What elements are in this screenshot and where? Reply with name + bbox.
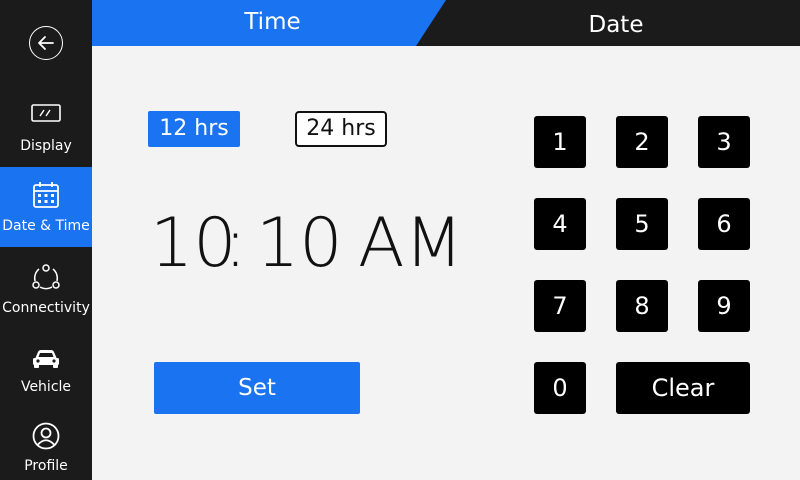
sidebar-item-label: Display (20, 138, 72, 154)
keypad-key-5[interactable]: 5 (616, 198, 668, 250)
tab-date-label: Date (588, 12, 644, 38)
back-button[interactable] (29, 26, 63, 60)
keypad-clear-button[interactable]: Clear (616, 362, 750, 414)
sidebar: Display Date & Time Connectivity Vehicle… (0, 0, 92, 480)
calendar-icon (33, 182, 59, 208)
format-12h-button[interactable]: 12 hrs (148, 111, 240, 147)
sidebar-item-label: Profile (24, 458, 68, 474)
tab-date[interactable]: Date (446, 0, 800, 46)
sidebar-item-label: Date & Time (2, 218, 90, 234)
user-icon (32, 422, 60, 450)
keypad-key-7[interactable]: 7 (534, 280, 586, 332)
time-separator: : (224, 204, 247, 283)
keypad-key-1[interactable]: 1 (534, 116, 586, 168)
tab-bar: Time Date (92, 0, 800, 46)
sidebar-item-label: Vehicle (20, 379, 72, 395)
tab-time[interactable]: Time (92, 0, 446, 46)
sidebar-item-connectivity[interactable]: Connectivity (0, 251, 92, 331)
sidebar-item-profile[interactable]: Profile (0, 410, 92, 480)
sidebar-item-label: Connectivity (2, 300, 90, 316)
set-button[interactable]: Set (154, 362, 360, 414)
display-icon (31, 104, 61, 122)
keypad-key-4[interactable]: 4 (534, 198, 586, 250)
keypad-key-8[interactable]: 8 (616, 280, 668, 332)
keypad-key-3[interactable]: 3 (698, 116, 750, 168)
sidebar-item-date-time[interactable]: Date & Time (0, 167, 92, 247)
network-icon (32, 264, 60, 290)
sidebar-item-display[interactable]: Display (0, 88, 92, 168)
arrow-left-icon (38, 36, 54, 50)
keypad-key-9[interactable]: 9 (698, 280, 750, 332)
keypad-key-6[interactable]: 6 (698, 198, 750, 250)
keypad-key-2[interactable]: 2 (616, 116, 668, 168)
format-24h-button[interactable]: 24 hrs (295, 111, 387, 147)
minute-field[interactable]: 10 (256, 204, 343, 284)
sidebar-item-vehicle[interactable]: Vehicle (0, 330, 92, 410)
car-icon (33, 350, 59, 368)
tab-time-label: Time (244, 9, 301, 35)
am-pm-toggle[interactable]: AM (358, 204, 463, 284)
keypad-key-0[interactable]: 0 (534, 362, 586, 414)
